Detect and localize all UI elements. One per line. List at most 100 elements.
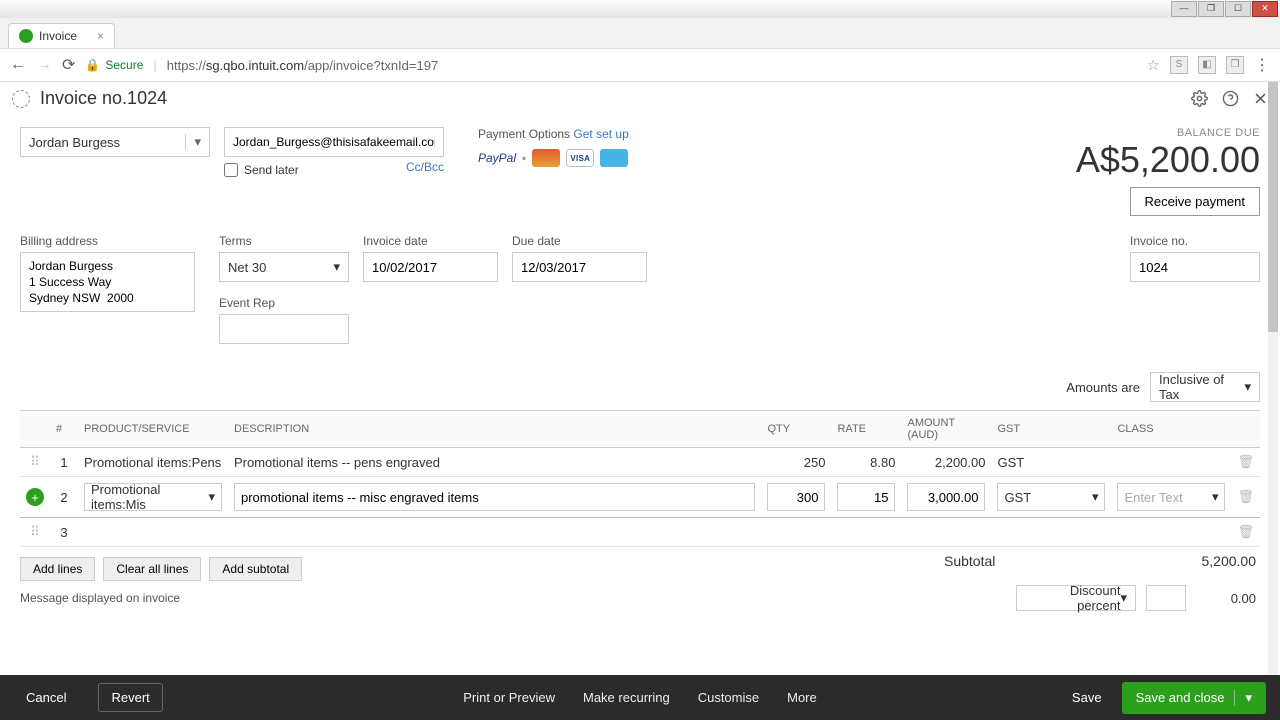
- make-recurring-link[interactable]: Make recurring: [583, 690, 670, 705]
- close-icon[interactable]: [1253, 91, 1268, 106]
- product-select[interactable]: Promotional items:Mis▾: [84, 483, 222, 511]
- add-row-icon[interactable]: +: [20, 477, 50, 518]
- tab-close-icon[interactable]: ×: [97, 29, 104, 43]
- terms-label: Terms: [219, 234, 349, 248]
- window-close-button[interactable]: ✕: [1252, 1, 1278, 17]
- add-lines-button[interactable]: Add lines: [20, 557, 95, 581]
- browser-tabs-strip: Invoice ×: [0, 18, 1280, 48]
- chevron-down-icon: ▾: [1120, 590, 1127, 606]
- due-date-input[interactable]: [512, 252, 647, 282]
- chevron-down-icon[interactable]: ▾: [1234, 690, 1252, 706]
- col-num: #: [50, 411, 78, 448]
- print-preview-link[interactable]: Print or Preview: [463, 690, 555, 705]
- back-button[interactable]: ←: [10, 56, 26, 74]
- event-rep-input[interactable]: [219, 314, 349, 344]
- extension-icon-1[interactable]: S: [1170, 56, 1188, 74]
- add-subtotal-button[interactable]: Add subtotal: [209, 557, 302, 581]
- chevron-down-icon: ▾: [1212, 489, 1219, 505]
- forward-button: →: [36, 56, 52, 74]
- clear-all-lines-button[interactable]: Clear all lines: [103, 557, 201, 581]
- chevron-down-icon: ▾: [1244, 379, 1251, 395]
- subtotal-label: Subtotal: [944, 553, 995, 569]
- browser-menu-icon[interactable]: ⋮: [1254, 55, 1270, 75]
- balance-due-amount: A$5,200.00: [1076, 139, 1260, 181]
- browser-tab[interactable]: Invoice ×: [8, 23, 115, 48]
- qty-input[interactable]: [767, 483, 825, 511]
- invoice-date-label: Invoice date: [363, 234, 498, 248]
- gear-icon[interactable]: [1191, 90, 1208, 107]
- url-field[interactable]: https://sg.qbo.intuit.com/app/invoice?tx…: [167, 58, 1137, 73]
- amounts-are-select[interactable]: Inclusive of Tax▾: [1150, 372, 1260, 402]
- save-button[interactable]: Save: [1072, 690, 1102, 705]
- chevron-down-icon: ▾: [1092, 489, 1099, 505]
- history-icon[interactable]: [12, 90, 30, 108]
- col-qty: QTY: [761, 411, 831, 448]
- message-label: Message displayed on invoice: [20, 591, 302, 605]
- footer-toolbar: Cancel Revert Print or Preview Make recu…: [0, 675, 1280, 720]
- discount-percent-input[interactable]: [1146, 585, 1186, 611]
- window-restore-button[interactable]: ❐: [1198, 1, 1224, 17]
- discount-select[interactable]: Discount percent▾: [1016, 585, 1136, 611]
- os-titlebar: — ❐ ☐ ✕: [0, 0, 1280, 18]
- billing-address-label: Billing address: [20, 234, 195, 248]
- chevron-down-icon: ▾: [333, 259, 340, 275]
- send-later-checkbox-input[interactable]: [224, 163, 238, 177]
- lock-icon: 🔒: [85, 58, 100, 72]
- send-later-label: Send later: [244, 163, 299, 177]
- chevron-down-icon: ▾: [185, 134, 201, 150]
- payment-setup-link[interactable]: Get set up: [573, 127, 628, 141]
- help-icon[interactable]: [1222, 90, 1239, 107]
- tab-title: Invoice: [39, 29, 77, 43]
- invoice-no-label: Invoice no.: [1130, 234, 1260, 248]
- secure-label: Secure: [105, 58, 143, 72]
- save-and-close-button[interactable]: Save and close ▾: [1122, 682, 1266, 714]
- receive-payment-button[interactable]: Receive payment: [1130, 187, 1260, 216]
- balance-due-label: BALANCE DUE: [1076, 127, 1260, 139]
- tab-favicon-icon: [19, 29, 33, 43]
- ccbcc-link[interactable]: Cc/Bcc: [406, 160, 444, 174]
- bookmark-icon[interactable]: ☆: [1147, 56, 1160, 74]
- delete-row-icon[interactable]: 🗑: [1231, 448, 1260, 477]
- visa-icon: VISA: [566, 149, 594, 167]
- send-later-checkbox[interactable]: Send later: [224, 163, 299, 177]
- invoice-no-input[interactable]: [1130, 252, 1260, 282]
- billing-address-input[interactable]: [20, 252, 195, 312]
- col-rate: RATE: [831, 411, 901, 448]
- rate-input[interactable]: [837, 483, 895, 511]
- delete-row-icon[interactable]: 🗑: [1231, 518, 1260, 547]
- subtotal-value: 5,200.00: [1202, 553, 1257, 569]
- extension-icon-2[interactable]: ◧: [1198, 56, 1216, 74]
- customer-select[interactable]: Jordan Burgess ▾: [20, 127, 210, 157]
- gst-select[interactable]: GST▾: [997, 483, 1105, 511]
- delete-row-icon[interactable]: 🗑: [1231, 477, 1260, 518]
- content-scroll[interactable]: Jordan Burgess ▾ Send later Cc/Bcc Payme…: [0, 115, 1280, 663]
- revert-button[interactable]: Revert: [98, 683, 162, 712]
- scrollbar-thumb[interactable]: [1268, 82, 1278, 332]
- drag-handle-icon[interactable]: ⠿: [20, 448, 50, 477]
- amounts-are-label: Amounts are: [1066, 380, 1140, 395]
- reload-button[interactable]: ⟳: [62, 55, 75, 75]
- col-gst: GST: [991, 411, 1111, 448]
- more-link[interactable]: More: [787, 690, 817, 705]
- description-input[interactable]: [234, 483, 755, 511]
- drag-handle-icon[interactable]: ⠿: [20, 518, 50, 547]
- window-maximize-button[interactable]: ☐: [1225, 1, 1251, 17]
- table-row[interactable]: ⠿ 1 Promotional items:Pens Promotional i…: [20, 448, 1260, 477]
- table-row[interactable]: ⠿ 3 🗑: [20, 518, 1260, 547]
- scrollbar[interactable]: [1268, 82, 1278, 675]
- customise-link[interactable]: Customise: [698, 690, 759, 705]
- cancel-button[interactable]: Cancel: [14, 684, 78, 711]
- app-header: Invoice no.1024: [0, 82, 1280, 115]
- col-class: CLASS: [1111, 411, 1231, 448]
- customer-email-input[interactable]: [224, 127, 444, 157]
- terms-select[interactable]: Net 30▾: [219, 252, 349, 282]
- table-row[interactable]: + 2 Promotional items:Mis▾ GST▾ Enter Te…: [20, 477, 1260, 518]
- invoice-date-input[interactable]: [363, 252, 498, 282]
- class-select[interactable]: Enter Text▾: [1117, 483, 1225, 511]
- page-title: Invoice no.1024: [40, 88, 167, 109]
- amount-input[interactable]: [907, 483, 985, 511]
- amex-icon: [600, 149, 628, 167]
- due-date-label: Due date: [512, 234, 647, 248]
- window-minimize-button[interactable]: —: [1171, 1, 1197, 17]
- extension-icon-3[interactable]: ❐: [1226, 56, 1244, 74]
